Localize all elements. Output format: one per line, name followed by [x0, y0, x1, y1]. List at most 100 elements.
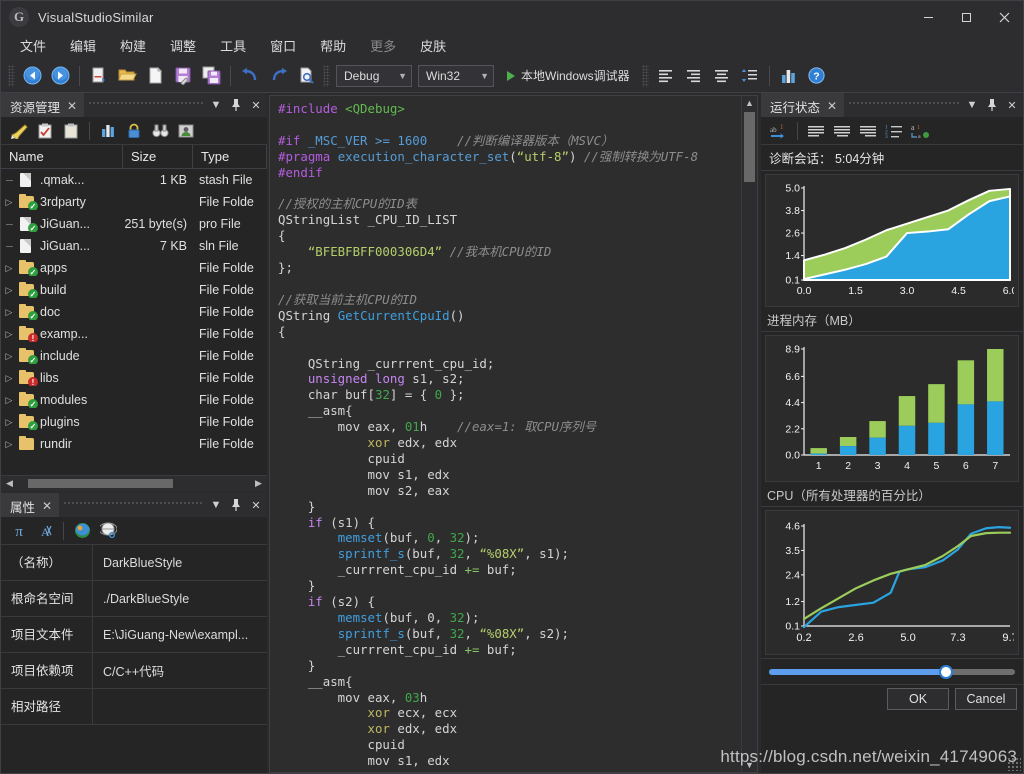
- run-debugger-button[interactable]: 本地Windows调试器: [502, 65, 639, 87]
- chevron-right-icon[interactable]: ▷: [1, 395, 17, 406]
- menu-item-adjust[interactable]: 调整: [159, 37, 207, 56]
- chevron-right-icon[interactable]: ▷: [1, 263, 17, 274]
- scroll-thumb[interactable]: [28, 479, 173, 488]
- slider-knob[interactable]: [939, 664, 954, 679]
- scroll-track[interactable]: [16, 479, 252, 488]
- property-value[interactable]: ./DarkBlueStyle: [93, 592, 267, 606]
- line-spacing-button[interactable]: [737, 63, 763, 89]
- alphabetical-sort-icon[interactable]: A: [33, 520, 57, 542]
- property-row[interactable]: 根命名空间 ./DarkBlueStyle: [1, 580, 267, 617]
- pin-icon[interactable]: [227, 493, 245, 517]
- column-header-name[interactable]: Name: [1, 144, 123, 169]
- table-row[interactable]: ▷! libs File Folde: [1, 367, 267, 389]
- table-row[interactable]: ▷ rundir File Folde: [1, 433, 267, 455]
- clipboard-icon[interactable]: [59, 120, 83, 142]
- pin-icon[interactable]: [227, 93, 245, 117]
- chevron-right-icon[interactable]: ▷: [1, 417, 17, 428]
- close-icon[interactable]: ✕: [247, 93, 265, 117]
- chevron-down-icon[interactable]: ▼: [207, 493, 225, 517]
- table-row[interactable]: ▷ ✓ doc File Folde: [1, 301, 267, 323]
- table-row[interactable]: ▷ ✓ modules File Folde: [1, 389, 267, 411]
- globe-icon[interactable]: [70, 520, 94, 542]
- configuration-combo[interactable]: Debug ▼: [336, 64, 412, 87]
- annotate-icon[interactable]: ab 1: [767, 120, 791, 142]
- events-chart-area[interactable]: 0.11.42.63.85.00.01.53.04.56.0: [765, 174, 1019, 307]
- table-row[interactable]: ▷ ✓ 3rdparty File Folde: [1, 191, 267, 213]
- scroll-down-icon[interactable]: ▼: [742, 758, 758, 772]
- menu-item-edit[interactable]: 编辑: [59, 37, 107, 56]
- table-row[interactable]: ▷ ✓ include File Folde: [1, 345, 267, 367]
- table-row[interactable]: JiGuan... 7 KB sln File: [1, 235, 267, 257]
- property-value[interactable]: DarkBlueStyle: [93, 556, 267, 570]
- editor-vertical-scrollbar[interactable]: ▲ ▼: [741, 96, 757, 772]
- close-icon[interactable]: ✕: [42, 499, 52, 513]
- toolbar-grip-3[interactable]: [641, 64, 649, 87]
- scroll-thumb[interactable]: [743, 112, 755, 182]
- table-row[interactable]: ▷ ✓ build File Folde: [1, 279, 267, 301]
- binoculars-icon[interactable]: [148, 120, 172, 142]
- header-drag-area[interactable]: [88, 93, 203, 117]
- find-button[interactable]: [293, 63, 319, 89]
- column-header-size[interactable]: Size: [123, 144, 193, 169]
- pin-icon[interactable]: [983, 93, 1001, 117]
- scroll-left-icon[interactable]: ◀: [3, 478, 16, 489]
- code-editor[interactable]: #include <QDebug> #if _MSC_VER >= 1600 /…: [269, 95, 758, 773]
- person-icon[interactable]: [174, 120, 198, 142]
- property-row[interactable]: （名称） DarkBlueStyle: [1, 545, 267, 581]
- save-button[interactable]: [170, 63, 196, 89]
- menu-item-build[interactable]: 构建: [109, 37, 157, 56]
- scroll-up-icon[interactable]: ▲: [742, 96, 758, 110]
- property-value[interactable]: E:\JiGuang-New\exampl...: [93, 628, 267, 642]
- property-row[interactable]: 项目文本件 E:\JiGuang-New\exampl...: [1, 616, 267, 653]
- table-row[interactable]: ▷ ✓ plugins File Folde: [1, 411, 267, 433]
- chevron-right-icon[interactable]: ▷: [1, 285, 17, 296]
- menu-item-window[interactable]: 窗口: [259, 37, 307, 56]
- new-item-button[interactable]: [86, 63, 112, 89]
- toolbar-grip[interactable]: [8, 64, 15, 87]
- table-row[interactable]: ▷! examp... File Folde: [1, 323, 267, 345]
- numbered-list-icon[interactable]: 1 2 3: [882, 120, 906, 142]
- scroll-right-icon[interactable]: ▶: [252, 478, 265, 489]
- code-text[interactable]: #include <QDebug> #if _MSC_VER >= 1600 /…: [270, 96, 741, 772]
- close-icon[interactable]: ✕: [247, 493, 265, 517]
- header-drag-area[interactable]: [63, 493, 203, 517]
- tab-diagnostics[interactable]: 运行状态 ✕: [761, 93, 845, 117]
- align-left-button[interactable]: [653, 63, 679, 89]
- chevron-right-icon[interactable]: ▷: [1, 197, 17, 208]
- chevron-down-icon[interactable]: ▼: [963, 93, 981, 117]
- timeline-slider[interactable]: [769, 664, 1015, 679]
- chevron-right-icon[interactable]: ▷: [1, 439, 17, 450]
- platform-combo[interactable]: Win32 ▼: [418, 64, 494, 87]
- ok-button[interactable]: OK: [887, 687, 949, 710]
- save-all-button[interactable]: [198, 63, 224, 89]
- chevron-right-icon[interactable]: ▷: [1, 373, 17, 384]
- menu-item-tools[interactable]: 工具: [209, 37, 257, 56]
- web-link-icon[interactable]: [96, 520, 120, 542]
- chevron-right-icon[interactable]: ▷: [1, 307, 17, 318]
- scroll-track[interactable]: [742, 110, 758, 758]
- tab-properties[interactable]: 属性 ✕: [1, 493, 60, 517]
- align-right-icon[interactable]: [856, 120, 880, 142]
- align-center-icon[interactable]: [830, 120, 854, 142]
- open-folder-button[interactable]: [114, 63, 140, 89]
- property-value[interactable]: C/C++代码: [93, 661, 267, 680]
- header-drag-area[interactable]: [848, 93, 959, 117]
- table-row[interactable]: ▷ ✓ apps File Folde: [1, 257, 267, 279]
- menu-item-file[interactable]: 文件: [9, 37, 57, 56]
- chevron-right-icon[interactable]: ▷: [1, 351, 17, 362]
- forward-button[interactable]: [47, 63, 73, 89]
- align-left-icon[interactable]: [804, 120, 828, 142]
- help-button[interactable]: ?: [804, 63, 830, 89]
- close-icon[interactable]: ✕: [1003, 93, 1021, 117]
- window-resize-grip[interactable]: [1007, 757, 1021, 771]
- pi-icon[interactable]: π: [7, 520, 31, 542]
- chart-button[interactable]: [776, 63, 802, 89]
- undo-button[interactable]: [237, 63, 263, 89]
- tab-solution-explorer[interactable]: 资源管理 ✕: [1, 93, 85, 117]
- checklist-icon[interactable]: [33, 120, 57, 142]
- align-right-button[interactable]: [681, 63, 707, 89]
- back-button[interactable]: [19, 63, 45, 89]
- maximize-button[interactable]: [947, 1, 985, 33]
- cancel-button[interactable]: Cancel: [955, 687, 1017, 710]
- toolbar-grip-2[interactable]: [323, 64, 330, 87]
